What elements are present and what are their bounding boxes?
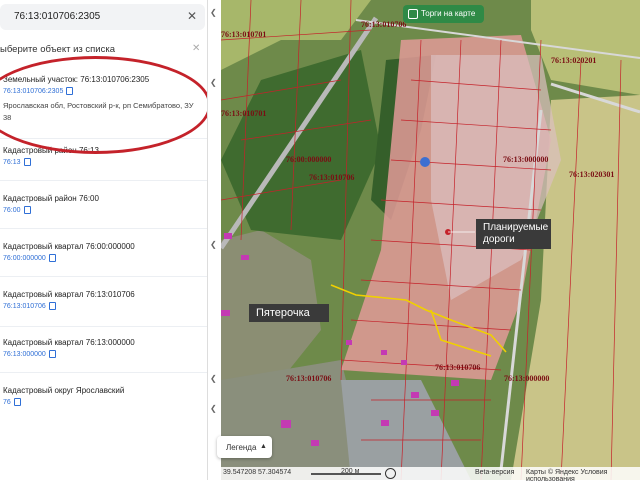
- scale-label: 200 м: [341, 468, 360, 475]
- parcel-label: 76:13:000000: [503, 155, 548, 164]
- list-item-number-text: 76:00: [3, 206, 21, 214]
- copy-icon[interactable]: [13, 398, 21, 406]
- choose-from-list-label: ыберите объект из списка: [0, 44, 115, 55]
- parcel-label: 76:13:000000: [504, 374, 549, 383]
- coordinates-readout: 39.547208 57.304574: [223, 469, 292, 476]
- collapse-bar[interactable]: ❮ ❮ ❮ ❮ ❮: [207, 0, 222, 480]
- divider: [0, 372, 207, 373]
- callout-text-line2: дороги: [483, 234, 515, 245]
- parcel-label: 76:00:000000: [286, 155, 331, 164]
- list-item-okrug[interactable]: Кадастровый округ Ярославский 76: [3, 386, 124, 406]
- legend-button[interactable]: Легенда ▲: [217, 436, 272, 458]
- list-item-quarter-76-13-010706[interactable]: Кадастровый квартал 76:13:010706 76:13:0…: [3, 290, 135, 310]
- list-item-number-text: 76:13:010706: [3, 302, 46, 310]
- auction-icon: [408, 9, 418, 19]
- divider: [0, 228, 207, 229]
- list-item-number[interactable]: 76:00: [3, 206, 99, 214]
- list-item-number-text: 76: [3, 398, 11, 406]
- map-status-bar: 39.547208 57.304574 200 м Beta-версия Ка…: [221, 467, 640, 483]
- list-item-number[interactable]: 76:13: [3, 158, 99, 166]
- parcel-label: 76:13:010701: [221, 109, 266, 118]
- parcel-label: 76:13:010706: [435, 363, 480, 372]
- list-item-number-text: 76:13:000000: [3, 350, 46, 358]
- list-item-number[interactable]: 76:00:000000: [3, 254, 135, 262]
- divider: [0, 180, 207, 181]
- chevron-left-icon[interactable]: ❮: [210, 78, 217, 87]
- list-item-title: Кадастровый район 76:00: [3, 194, 99, 203]
- parcel-label: 76:13:010706: [309, 173, 354, 182]
- list-item-title: Кадастровый округ Ярославский: [3, 386, 125, 395]
- chevron-left-icon[interactable]: ❮: [210, 404, 217, 413]
- parcel-label: 76:13:020201: [551, 56, 596, 65]
- list-item-number[interactable]: 76:13:000000: [3, 350, 135, 358]
- list-item-title: Кадастровый квартал 76:00:000000: [3, 242, 135, 251]
- sidebar: 76:13:010706:2305 ✕ ыберите объект из сп…: [0, 0, 207, 480]
- torgi-label: Торги на карте: [421, 9, 476, 18]
- torgi-map-button[interactable]: Торги на карте: [403, 5, 484, 23]
- list-item-quarter-76-13-000000[interactable]: Кадастровый квартал 76:13:000000 76:13:0…: [3, 338, 135, 358]
- copy-icon[interactable]: [48, 350, 56, 358]
- copy-icon[interactable]: [23, 158, 31, 166]
- parcel-label: 76:13:010706: [361, 20, 406, 29]
- list-item-number[interactable]: 76:13:010706: [3, 302, 135, 310]
- location-dot[interactable]: [420, 157, 430, 167]
- callout-text: Пятерочка: [256, 307, 310, 319]
- copy-icon[interactable]: [48, 302, 56, 310]
- callout-text-line1: Планируемые: [483, 222, 549, 233]
- parcel-label: 76:13:010706: [286, 374, 331, 383]
- copyright-text[interactable]: Карты © Яндекс Условия использования: [526, 469, 640, 483]
- list-item-district-76-00[interactable]: Кадастровый район 76:00 76:00: [3, 194, 99, 214]
- beta-label: Beta-версия: [475, 469, 515, 476]
- divider: [0, 326, 207, 327]
- list-item-title: Кадастровый квартал 76:13:010706: [3, 290, 135, 299]
- parcel-label: 76:13:020301: [569, 170, 614, 179]
- highlight-ellipse: [0, 56, 207, 154]
- list-item-title: Кадастровый квартал 76:13:000000: [3, 338, 135, 347]
- close-list-icon[interactable]: ✕: [192, 43, 200, 54]
- copy-icon[interactable]: [48, 254, 56, 262]
- callout-planned-roads: Планируемые дороги: [476, 219, 551, 249]
- list-item-quarter-76-00[interactable]: Кадастровый квартал 76:00:000000 76:00:0…: [3, 242, 135, 262]
- parcel-label: 76:13:010701: [221, 30, 266, 39]
- chevron-left-icon[interactable]: ❮: [210, 8, 217, 17]
- list-item-number[interactable]: 76: [3, 398, 124, 406]
- legend-label: Легенда: [226, 443, 257, 452]
- list-item-number-text: 76:13: [3, 158, 21, 166]
- callout-pyaterochka: Пятерочка: [249, 304, 329, 322]
- compass-icon[interactable]: [385, 468, 396, 479]
- chevron-left-icon[interactable]: ❮: [210, 240, 217, 249]
- chevron-left-icon[interactable]: ❮: [210, 374, 217, 383]
- search-input[interactable]: 76:13:010706:2305 ✕: [0, 4, 205, 30]
- clear-search-icon[interactable]: ✕: [187, 9, 197, 23]
- search-query: 76:13:010706:2305: [14, 11, 101, 22]
- list-item-number-text: 76:00:000000: [3, 254, 46, 262]
- satellite-map[interactable]: 76:13:010701 76:13:010706 76:13:020201 7…: [221, 0, 640, 480]
- chevron-up-icon: ▲: [260, 443, 267, 450]
- divider: [0, 276, 207, 277]
- copy-icon[interactable]: [23, 206, 31, 214]
